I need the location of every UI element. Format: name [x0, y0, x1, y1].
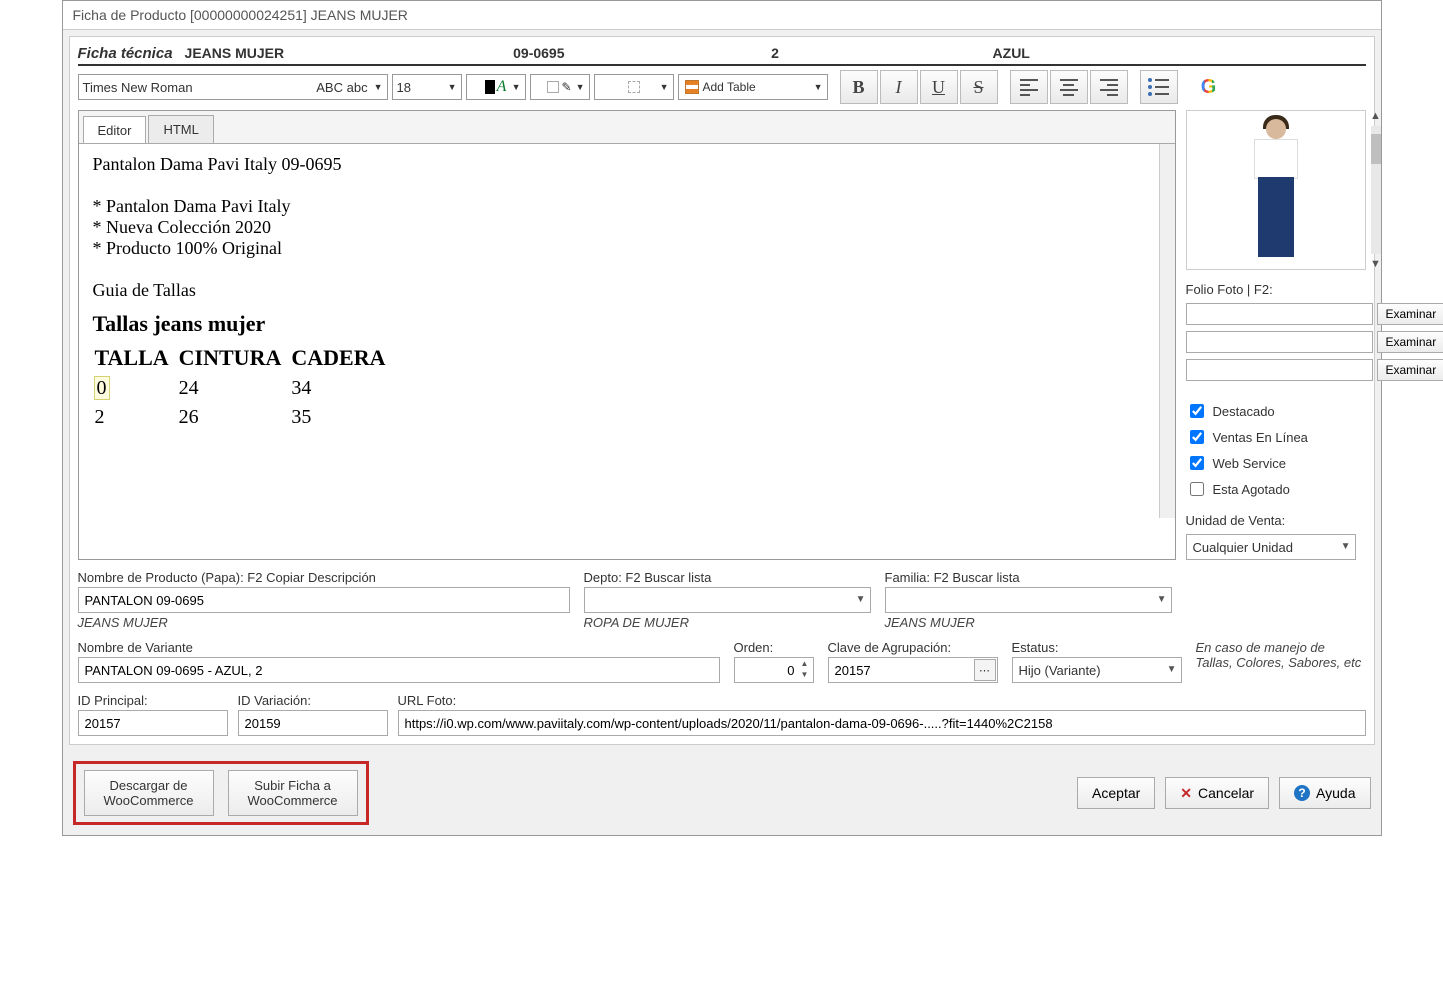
google-button[interactable]: G: [1190, 70, 1228, 104]
add-table-button[interactable]: Add Table ▼: [678, 74, 828, 100]
id-principal-input[interactable]: [78, 710, 228, 736]
descargar-woo-button[interactable]: Descargar de WooCommerce: [84, 770, 214, 816]
header-qty: 2: [657, 45, 893, 61]
header-sku: 09-0695: [421, 45, 657, 61]
bullets-button[interactable]: [1140, 70, 1178, 104]
product-thumbnail[interactable]: [1186, 110, 1366, 270]
url-foto-label: URL Foto:: [398, 693, 1366, 708]
strike-button[interactable]: S: [960, 70, 998, 104]
unidad-venta-select[interactable]: Cualquier Unidad▼: [1186, 534, 1356, 560]
destacado-check[interactable]: Destacado: [1186, 401, 1366, 421]
header-color: AZUL: [893, 45, 1129, 61]
font-color-button[interactable]: A ▼: [466, 74, 526, 100]
folio-input-1[interactable]: [1186, 303, 1373, 325]
align-left-button[interactable]: [1010, 70, 1048, 104]
nombre-papa-input[interactable]: [78, 587, 570, 613]
folio-input-3[interactable]: [1186, 359, 1373, 381]
webservice-check[interactable]: Web Service: [1186, 453, 1366, 473]
clave-label: Clave de Agrupación:: [828, 640, 998, 655]
size-table-title: Tallas jeans mujer: [93, 311, 1161, 337]
clave-browse-button[interactable]: ⋯: [974, 659, 996, 681]
familia-hint: JEANS MUJER: [885, 615, 1172, 630]
table-row: 0 24 34: [95, 375, 394, 402]
header-name: JEANS MUJER: [185, 45, 421, 61]
table-icon: [685, 80, 699, 94]
url-foto-input[interactable]: [398, 710, 1366, 736]
familia-select[interactable]: ▼: [885, 587, 1172, 613]
depto-label: Depto: F2 Buscar lista: [584, 570, 871, 585]
align-center-button[interactable]: [1050, 70, 1088, 104]
right-pane: ▲ ▼ Folio Foto | F2: Examinar Examinar E…: [1186, 110, 1366, 560]
style-select[interactable]: ▼: [594, 74, 674, 100]
editor-title-line: Pantalon Dama Pavi Italy 09-0695: [93, 154, 1161, 175]
nombre-variante-label: Nombre de Variante: [78, 640, 720, 655]
dialog-footer: Descargar de WooCommerce Subir Ficha a W…: [63, 751, 1381, 835]
ficha-header: Ficha técnica JEANS MUJER 09-0695 2 AZUL: [78, 45, 1366, 66]
examinar-button-3[interactable]: Examinar: [1377, 359, 1443, 381]
depto-select[interactable]: ▼: [584, 587, 871, 613]
scroll-up-icon: ▲: [1370, 110, 1381, 122]
font-size-select[interactable]: 18▼: [392, 74, 462, 100]
italic-button[interactable]: I: [880, 70, 918, 104]
ventas-check[interactable]: Ventas En Línea: [1186, 427, 1366, 447]
rich-text-toolbar: Times New Roman ABC abc ▼ 18▼ A ▼ ✎ ▼: [78, 70, 1366, 104]
folio-foto-label: Folio Foto | F2:: [1186, 282, 1366, 297]
familia-label: Familia: F2 Buscar lista: [885, 570, 1172, 585]
editor-bullet: * Nueva Colección 2020: [93, 217, 1161, 238]
highlight-color-button[interactable]: ✎ ▼: [530, 74, 590, 100]
mannequin-icon: [1236, 115, 1316, 265]
editor-body[interactable]: Pantalon Dama Pavi Italy 09-0695 * Panta…: [79, 143, 1175, 518]
window-title: Ficha de Producto [00000000024251] JEANS…: [63, 1, 1381, 30]
manejo-hint: En caso de manejo de Tallas, Colores, Sa…: [1196, 640, 1366, 670]
unidad-venta-label: Unidad de Venta:: [1186, 513, 1366, 528]
estatus-label: Estatus:: [1012, 640, 1182, 655]
folio-input-2[interactable]: [1186, 331, 1373, 353]
align-right-button[interactable]: [1090, 70, 1128, 104]
underline-button[interactable]: U: [920, 70, 958, 104]
editor-tabs: Editor HTML: [79, 111, 1175, 143]
close-icon: ✕: [1180, 785, 1192, 802]
size-table: TALLA CINTURA CADERA 0 24 34 2 26 35: [93, 341, 396, 433]
clave-input-wrap: ⋯: [828, 657, 998, 683]
editor-bullet: * Producto 100% Original: [93, 238, 1161, 259]
woocommerce-highlight: Descargar de WooCommerce Subir Ficha a W…: [73, 761, 369, 825]
ficha-tecnica-label: Ficha técnica: [78, 45, 173, 62]
scroll-down-icon: ▼: [1370, 258, 1381, 270]
help-icon: ?: [1294, 785, 1310, 801]
id-variacion-label: ID Variación:: [238, 693, 388, 708]
id-variacion-input[interactable]: [238, 710, 388, 736]
nombre-papa-label: Nombre de Producto (Papa): F2 Copiar Des…: [78, 570, 570, 585]
tab-editor[interactable]: Editor: [83, 116, 147, 144]
orden-spinner[interactable]: ▲▼: [734, 657, 814, 683]
estatus-select[interactable]: Hijo (Variante)▼: [1012, 657, 1182, 683]
dialog-content: Ficha técnica JEANS MUJER 09-0695 2 AZUL…: [69, 36, 1375, 745]
depto-hint: ROPA DE MUJER: [584, 615, 871, 630]
thumbnail-scrollbar[interactable]: ▲ ▼: [1368, 110, 1384, 270]
examinar-button-2[interactable]: Examinar: [1377, 331, 1443, 353]
aceptar-button[interactable]: Aceptar: [1077, 777, 1155, 809]
product-dialog: Ficha de Producto [00000000024251] JEANS…: [62, 0, 1382, 836]
bold-button[interactable]: B: [840, 70, 878, 104]
cancelar-button[interactable]: ✕ Cancelar: [1165, 777, 1269, 809]
font-family-select[interactable]: Times New Roman ABC abc ▼: [78, 74, 388, 100]
table-row: 2 26 35: [95, 404, 394, 431]
nombre-variante-input[interactable]: [78, 657, 720, 683]
clave-input[interactable]: [828, 657, 998, 683]
editor-pane: Editor HTML Pantalon Dama Pavi Italy 09-…: [78, 110, 1176, 560]
ayuda-button[interactable]: ? Ayuda: [1279, 777, 1370, 809]
editor-bullet: * Pantalon Dama Pavi Italy: [93, 196, 1161, 217]
editor-scrollbar[interactable]: [1159, 144, 1175, 518]
tab-html[interactable]: HTML: [148, 115, 213, 143]
subir-woo-button[interactable]: Subir Ficha a WooCommerce: [228, 770, 358, 816]
examinar-button-1[interactable]: Examinar: [1377, 303, 1443, 325]
agotado-check[interactable]: Esta Agotado: [1186, 479, 1366, 499]
editor-guia: Guia de Tallas: [93, 280, 1161, 301]
nombre-papa-hint: JEANS MUJER: [78, 615, 570, 630]
id-principal-label: ID Principal:: [78, 693, 228, 708]
orden-label: Orden:: [734, 640, 814, 655]
